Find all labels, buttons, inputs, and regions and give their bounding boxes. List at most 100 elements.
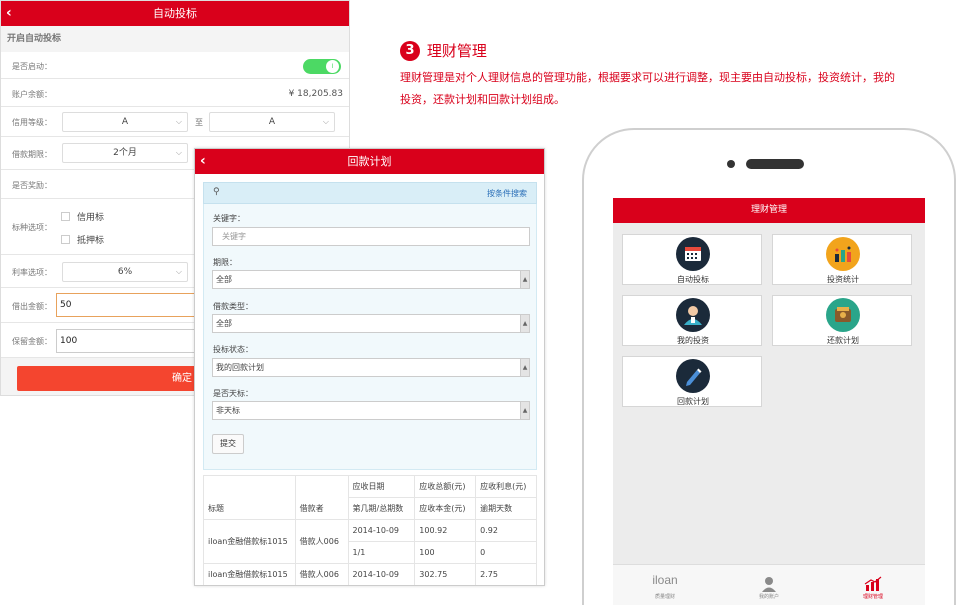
tile-auto-bid[interactable]: 自动投标 [622, 234, 762, 285]
column-header: 第几期/总期数 [347, 497, 416, 520]
loan-type-label: 借款类型： [213, 302, 253, 311]
chevron-down-icon: ⌵ [175, 117, 182, 126]
enable-row: 是否启动： I [1, 52, 349, 79]
column-header: 应收本金(元) [414, 497, 477, 520]
keyword-input[interactable]: 关键字 [212, 227, 530, 246]
calendar-icon [676, 237, 710, 271]
credit-from-value: A [121, 117, 129, 127]
tile-return-plan[interactable]: 回款计划 [622, 356, 762, 407]
rate-value: 6% [117, 267, 133, 277]
type-label: 标种选项： [12, 223, 52, 232]
phone-title: 理财管理 [750, 205, 787, 215]
phone-mockup: 理财管理 自动投标 投资统计 我的投资 还款计划 回款计划 iloan 质量理财… [582, 128, 956, 605]
phone-camera-icon [727, 160, 735, 168]
term-from-value: 2个月 [113, 148, 137, 158]
chart-icon [826, 237, 860, 271]
search-icon: ⚲ [213, 187, 220, 197]
checkbox[interactable] [61, 212, 70, 221]
search-bar[interactable]: ⚲ 按条件搜索 [203, 182, 537, 204]
table-cell: 2014-10-09 [347, 563, 416, 585]
table-cell: 0.92 [475, 519, 537, 542]
balance-value: ¥ 18,205.83 [288, 89, 343, 99]
table-cell: 2.75 [475, 563, 537, 585]
period-select[interactable]: 全部 ▲ [212, 270, 530, 289]
bottom-tab-bar: iloan 质量理财 我的账户 理财管理 [613, 564, 925, 605]
credit-to-separator: 至 [195, 118, 203, 127]
reserve-label: 保留金额： [12, 337, 52, 346]
rate-select[interactable]: 6% ⌵ [62, 262, 188, 282]
back-arrow-icon[interactable]: ‹ [200, 149, 206, 174]
enable-toggle[interactable]: I [303, 59, 341, 74]
submit-button[interactable]: 提交 [212, 434, 244, 454]
tab-my-account[interactable]: 我的账户 [717, 565, 821, 605]
search-by-condition-link[interactable]: 按条件搜索 [487, 188, 527, 199]
tile-label: 自动投标 [677, 275, 709, 284]
column-header: 应收利息(元) [475, 475, 537, 498]
tile-investment-stats[interactable]: 投资统计 [772, 234, 912, 285]
tile-repayment-plan[interactable]: 还款计划 [772, 295, 912, 346]
section-title: 开启自动投标 [7, 34, 62, 44]
tab-wealth-management[interactable]: 理财管理 [821, 565, 925, 605]
enable-label: 是否启动： [12, 62, 52, 71]
column-header: 标题 [203, 475, 296, 520]
loan-type-select[interactable]: 全部 ▲ [212, 314, 530, 333]
column-header: 应收日期 [347, 475, 416, 498]
tile-label: 回款计划 [677, 397, 709, 406]
bid-status-label: 投标状态： [213, 345, 253, 354]
type-option-credit[interactable]: 信用标 [61, 210, 104, 223]
description-title: 理财管理 [426, 42, 487, 60]
tab-label: 理财管理 [862, 594, 883, 600]
person-icon [676, 298, 710, 332]
tianbiao-label: 是否天标： [213, 389, 253, 398]
credit-to-select[interactable]: A ⌵ [209, 112, 335, 132]
table-cell: iloan金融借款标1015 [203, 563, 296, 585]
credit-label: 信用等级： [12, 118, 52, 127]
balance-row: 账户余额： ¥ 18,205.83 [1, 79, 349, 107]
table-cell: 100 [414, 541, 477, 564]
table-cell: 302.75 [414, 563, 477, 585]
tile-my-investment[interactable]: 我的投资 [622, 295, 762, 346]
type-option-label: 信用标 [77, 213, 105, 223]
dropdown-arrow-icon: ▲ [520, 359, 529, 376]
rate-label: 利率选项： [12, 268, 52, 277]
chevron-down-icon: ⌵ [175, 148, 182, 157]
column-header: 应收总额(元) [414, 475, 477, 498]
phone-header: 理财管理 [613, 198, 925, 223]
back-arrow-icon[interactable]: ‹ [6, 1, 12, 26]
step-number-badge: 3 [400, 40, 420, 61]
tianbiao-select[interactable]: 非天标 ▲ [212, 401, 530, 420]
period-label: 期限： [213, 258, 237, 267]
filter-form: 关键字： 关键字 期限： 全部 ▲ 借款类型： 全部 ▲ 投标状态： 我的回款计… [203, 204, 537, 470]
term-label: 借款期限： [12, 150, 52, 159]
reward-label: 是否奖励： [12, 181, 52, 190]
tab-home[interactable]: iloan 质量理财 [613, 565, 717, 605]
pencil-icon [676, 359, 710, 393]
table-row[interactable]: iloan金融借款标1015 借款人006 2014-10-09 100.92 … [203, 519, 537, 564]
checkbox[interactable] [61, 235, 70, 244]
tile-label: 我的投资 [677, 336, 709, 345]
bid-status-select[interactable]: 我的回款计划 ▲ [212, 358, 530, 377]
column-header: 逾期天数 [475, 497, 537, 520]
table-cell: 100.92 [414, 519, 477, 542]
chevron-down-icon: ⌵ [175, 267, 182, 276]
repay-plan-panel: ‹ 回款计划 ⚲ 按条件搜索 关键字： 关键字 期限： 全部 ▲ 借款类型： 全… [194, 148, 545, 586]
table-row[interactable]: iloan金融借款标1015 借款人006 2014-10-09 302.75 … [203, 563, 537, 585]
table-cell: 2014-10-09 [347, 519, 416, 542]
type-option-label: 抵押标 [77, 236, 105, 246]
description-body: 理财管理是对个人理财信息的管理功能，根据要求可以进行调整，现主要由自动投标，投资… [400, 71, 895, 106]
auto-bid-title: 自动投标 [153, 7, 197, 20]
table-cell: 1/1 [347, 541, 416, 564]
balance-label: 账户余额： [12, 90, 52, 99]
tab-label: 质量理财 [654, 594, 675, 600]
credit-to-value: A [268, 117, 276, 127]
bar-chart-icon [861, 576, 885, 592]
table-header-row: 标题 借款者 应收日期 应收总额(元) 应收利息(元) [203, 475, 537, 520]
type-option-mortgage[interactable]: 抵押标 [61, 233, 104, 246]
term-from-select[interactable]: 2个月 ⌵ [62, 143, 188, 163]
table-cell: 借款人006 [294, 563, 349, 585]
repay-plan-header: ‹ 回款计划 [195, 149, 544, 174]
lend-label: 借出金额： [12, 302, 52, 311]
phone-speaker-icon [746, 159, 804, 169]
credit-from-select[interactable]: A ⌵ [62, 112, 188, 132]
table-cell: 借款人006 [294, 519, 349, 564]
